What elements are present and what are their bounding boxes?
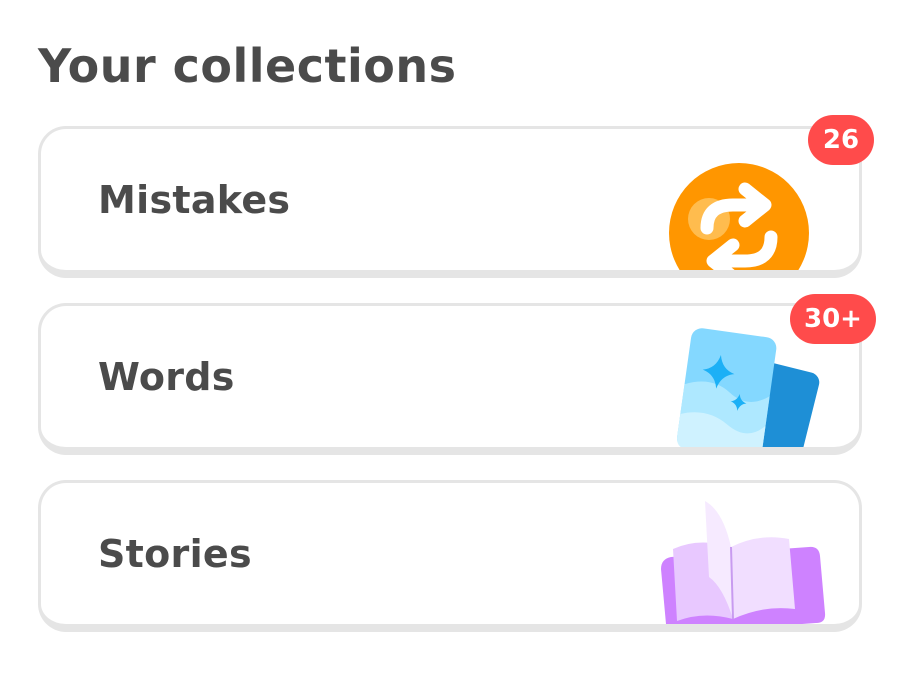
refresh-arrows-icon (659, 143, 829, 270)
page-title: Your collections (38, 39, 457, 93)
collection-card-words[interactable]: Words (38, 303, 862, 455)
collection-label: Mistakes (98, 177, 291, 222)
collection-label: Stories (98, 531, 252, 576)
card-content: Words (41, 306, 859, 447)
count-badge: 26 (808, 115, 874, 165)
collection-card-mistakes[interactable]: Mistakes (38, 126, 862, 278)
card-content: Stories (41, 483, 859, 624)
count-badge: 30+ (790, 294, 876, 344)
collection-label: Words (98, 354, 235, 399)
open-book-icon (659, 497, 829, 624)
collection-card-stories[interactable]: Stories (38, 480, 862, 632)
card-content: Mistakes (41, 129, 859, 270)
